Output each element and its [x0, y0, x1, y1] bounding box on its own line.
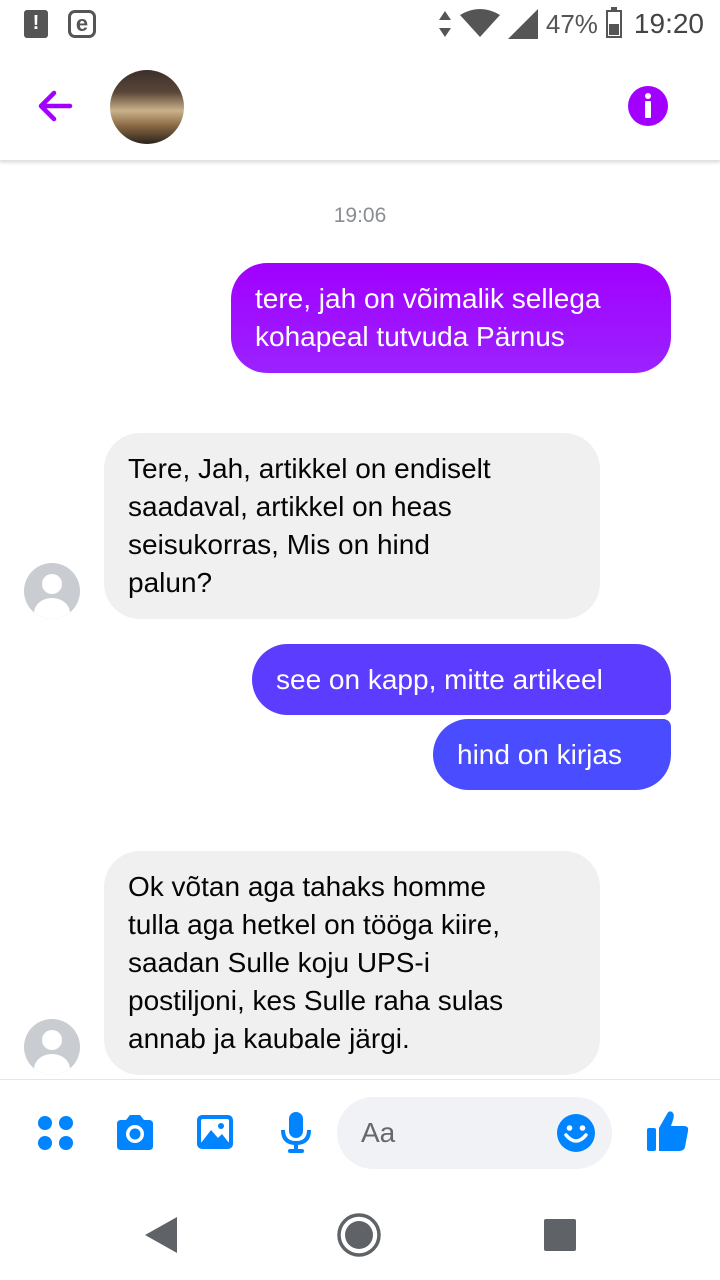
- message-line: tulla aga hetkel on tööga kiire,: [128, 909, 501, 940]
- outgoing-message[interactable]: hind on kirjas: [433, 719, 671, 790]
- status-bar: e 47% 19:20: [0, 0, 720, 52]
- incoming-message[interactable]: Tere, Jah, artikkel on endiselt saadaval…: [104, 433, 600, 619]
- signal-icon: [507, 9, 538, 39]
- wifi-icon: [459, 9, 500, 37]
- data-arrows-icon: [438, 11, 451, 37]
- nav-recents-icon[interactable]: [536, 1211, 584, 1259]
- clock: 19:20: [633, 8, 704, 39]
- message-line: hind on kirjas: [457, 738, 622, 770]
- system-navigation-bar: [0, 1189, 720, 1280]
- back-arrow-icon[interactable]: [30, 80, 82, 132]
- message-line: kohapeal tutvuda Pärnus: [255, 321, 565, 352]
- message-line: Tere, Jah, artikkel on endiselt: [128, 453, 491, 484]
- camera-icon[interactable]: [113, 1110, 157, 1154]
- nav-home-icon[interactable]: [335, 1211, 383, 1259]
- message-composer: Aa: [0, 1079, 720, 1190]
- battery-percent: 47%: [545, 8, 598, 39]
- contact-avatar[interactable]: [110, 70, 184, 144]
- message-line: palun?: [128, 567, 213, 598]
- message-line: see on kapp, mitte artikeel: [276, 663, 603, 695]
- more-dots-icon[interactable]: [34, 1110, 78, 1154]
- thumbs-up-icon[interactable]: [645, 1108, 691, 1154]
- outgoing-message[interactable]: see on kapp, mitte artikeel: [252, 644, 671, 715]
- message-input-placeholder: Aa: [361, 1117, 396, 1148]
- message-list[interactable]: 19:06 tere, jah on võimalik sellega koha…: [0, 160, 720, 1078]
- microphone-icon[interactable]: [274, 1110, 318, 1154]
- emoji-icon[interactable]: [556, 1113, 596, 1153]
- gallery-icon[interactable]: [193, 1110, 237, 1154]
- message-input[interactable]: Aa: [337, 1097, 612, 1169]
- alert-icon: [24, 10, 48, 38]
- battery-icon: [605, 7, 622, 38]
- message-line: annab ja kaubale järgi.: [128, 1023, 410, 1054]
- conversation-header: [0, 52, 720, 161]
- message-line: Ok võtan aga tahaks homme: [128, 871, 486, 902]
- e-app-icon: e: [68, 10, 96, 38]
- message-line: saadan Sulle koju UPS-i: [128, 947, 430, 978]
- outgoing-message[interactable]: tere, jah on võimalik sellega kohapeal t…: [231, 263, 671, 373]
- message-line: postiljoni, kes Sulle raha sulas: [128, 985, 504, 1016]
- message-timestamp: 19:06: [333, 204, 387, 227]
- incoming-message[interactable]: Ok võtan aga tahaks homme tulla aga hetk…: [104, 851, 600, 1075]
- message-line: seisukorras, Mis on hind: [128, 529, 430, 560]
- sender-avatar[interactable]: [24, 1019, 80, 1075]
- info-icon[interactable]: [626, 84, 670, 128]
- nav-back-icon[interactable]: [137, 1211, 185, 1259]
- message-line: tere, jah on võimalik sellega: [255, 283, 601, 314]
- message-line: saadaval, artikkel on heas: [128, 491, 452, 522]
- sender-avatar[interactable]: [24, 563, 80, 619]
